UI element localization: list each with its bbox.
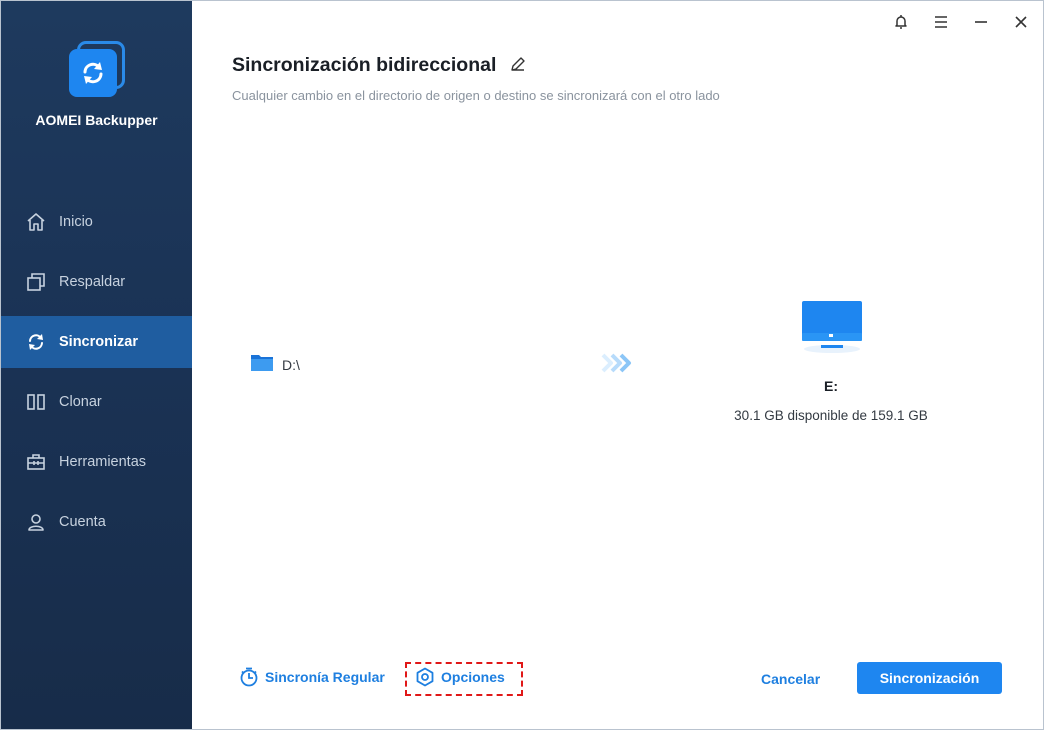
sidebar-item-label: Clonar xyxy=(59,394,102,410)
start-sync-button[interactable]: Sincronización xyxy=(857,662,1002,694)
page-title: Sincronización bidireccional xyxy=(232,54,497,76)
app-logo xyxy=(67,41,127,101)
minimize-icon[interactable] xyxy=(968,9,994,35)
sidebar-item-label: Cuenta xyxy=(59,514,106,530)
backup-icon xyxy=(25,271,47,293)
edit-title-icon[interactable] xyxy=(509,55,527,73)
clone-icon xyxy=(25,391,47,413)
logo-sync-icon xyxy=(69,49,117,97)
page-subtitle: Cualquier cambio en el directorio de ori… xyxy=(232,88,720,103)
sidebar-item-clonar[interactable]: Clonar xyxy=(1,376,192,428)
menu-icon[interactable] xyxy=(928,9,954,35)
folder-icon xyxy=(250,352,274,377)
sync-icon xyxy=(25,331,47,353)
app-window: AOMEI Backupper Inicio Respaldar Sincron… xyxy=(0,0,1044,730)
user-icon xyxy=(25,511,47,533)
sidebar-item-herramientas[interactable]: Herramientas xyxy=(1,436,192,488)
app-name: AOMEI Backupper xyxy=(35,112,158,128)
home-icon xyxy=(25,211,47,233)
sidebar-item-inicio[interactable]: Inicio xyxy=(1,196,192,248)
destination-monitor-icon[interactable] xyxy=(799,299,865,355)
toolbox-icon xyxy=(25,451,47,473)
options-button[interactable]: Opciones xyxy=(415,667,505,687)
direction-arrows-icon xyxy=(600,353,636,373)
sidebar-item-label: Respaldar xyxy=(59,274,126,290)
sidebar-item-label: Herramientas xyxy=(59,454,147,470)
close-icon[interactable] xyxy=(1008,9,1034,35)
bell-icon[interactable] xyxy=(888,9,914,35)
stopwatch-icon xyxy=(239,667,259,687)
sidebar-item-respaldar[interactable]: Respaldar xyxy=(1,256,192,308)
sidebar: AOMEI Backupper Inicio Respaldar Sincron… xyxy=(1,1,192,729)
sidebar-item-cuenta[interactable]: Cuenta xyxy=(1,496,192,548)
schedule-sync-label: Sincronía Regular xyxy=(265,669,385,685)
cancel-button[interactable]: Cancelar xyxy=(761,671,820,687)
source-label: D:\ xyxy=(282,356,300,373)
source-selector[interactable]: D:\ xyxy=(250,352,300,377)
sidebar-item-label: Sincronizar xyxy=(59,334,138,350)
gear-icon xyxy=(415,667,435,687)
options-label: Opciones xyxy=(441,669,505,685)
destination-name: E: xyxy=(824,378,838,394)
schedule-sync-button[interactable]: Sincronía Regular xyxy=(239,667,385,687)
sidebar-item-sincronizar[interactable]: Sincronizar xyxy=(1,316,192,368)
destination-capacity: 30.1 GB disponible de 159.1 GB xyxy=(734,408,928,423)
sidebar-item-label: Inicio xyxy=(59,214,93,230)
